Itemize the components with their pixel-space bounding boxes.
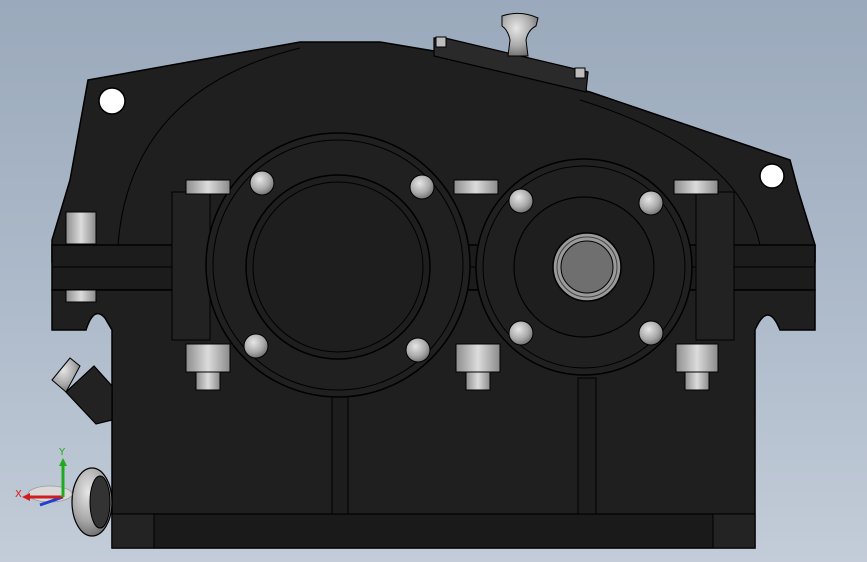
cover-screw <box>508 188 534 214</box>
lifting-hole-left <box>98 87 126 115</box>
bearing-cover-large-inner <box>245 174 431 360</box>
vent-cap <box>501 12 539 57</box>
bolt-nut <box>455 343 501 373</box>
bolt-shank <box>684 371 710 391</box>
flange-bolt <box>65 289 97 303</box>
foot-left <box>111 513 155 549</box>
cover-screw <box>405 337 431 363</box>
cover-screw <box>638 320 664 346</box>
triad-y-arrow <box>59 458 67 466</box>
cover-bolt <box>574 67 586 79</box>
hex-nut <box>453 179 499 195</box>
cover-bolt <box>435 36 447 48</box>
triad-plane <box>27 485 73 503</box>
cover-screw <box>409 174 435 200</box>
foot-right <box>712 513 756 549</box>
rib-left <box>331 394 349 515</box>
triad-x-label: X <box>15 489 22 500</box>
flange-bolt <box>65 211 97 245</box>
cover-screw <box>243 333 269 359</box>
bolt-nut <box>185 343 231 373</box>
view-orientation-triad[interactable]: X Y <box>15 447 73 507</box>
graphics-viewport[interactable]: X Y <box>0 0 867 562</box>
gearbox-model-view[interactable]: X Y <box>0 0 867 562</box>
bolt-shank <box>195 371 221 391</box>
triad-x-arrow <box>22 493 30 501</box>
drain-plug-face <box>89 475 111 529</box>
bolt-shank <box>465 371 491 391</box>
hex-nut <box>185 179 231 195</box>
cover-screw <box>249 170 275 196</box>
cover-screw <box>638 190 664 216</box>
triad-y-label: Y <box>58 447 66 458</box>
boss-column-left <box>171 191 211 341</box>
boss-column-right <box>695 191 735 341</box>
cover-screw <box>508 320 534 346</box>
bolt-nut <box>675 343 719 373</box>
hex-nut <box>673 179 719 195</box>
lifting-hole-right <box>759 163 785 189</box>
rib-right <box>577 377 597 515</box>
base-plate <box>111 513 756 549</box>
output-shaft <box>560 240 614 294</box>
